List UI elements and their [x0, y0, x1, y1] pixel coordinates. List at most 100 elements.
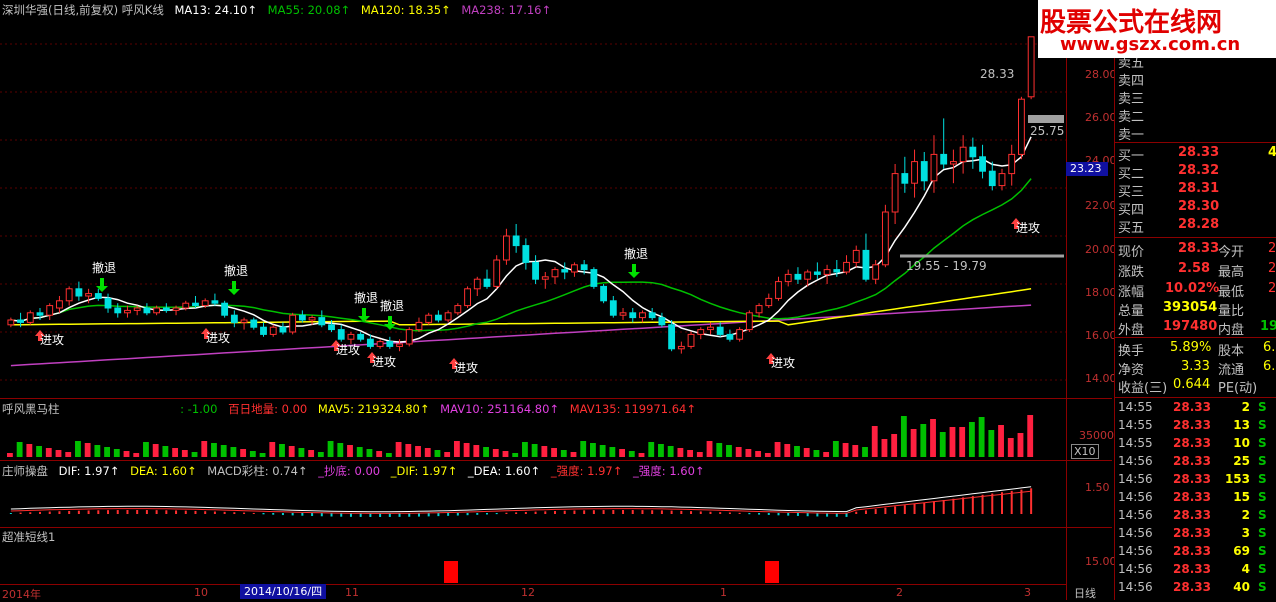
signal-bar — [444, 561, 458, 583]
candle-body — [881, 211, 889, 266]
volume-bar — [405, 444, 412, 457]
macd-bar — [39, 511, 42, 514]
candle-body — [619, 312, 627, 316]
candle-body — [143, 307, 151, 314]
volume-bar — [590, 443, 596, 457]
candle-body — [473, 278, 481, 290]
macd-bar — [923, 502, 926, 514]
candle-body — [347, 333, 355, 340]
macd-bar — [631, 510, 634, 514]
tick-time: 14:56 — [1118, 580, 1153, 594]
volume-bar — [930, 419, 936, 457]
volume-bar — [541, 446, 548, 457]
tick-price: 28.33 — [1173, 454, 1211, 468]
kline-price-pane[interactable]: 深圳华强(日线,前复权) 呼风K线 MA13: 24.10↑ MA55: 20.… — [0, 0, 1066, 398]
ma238-value: MA238: 17.16↑ — [461, 3, 552, 17]
candle-body — [36, 312, 44, 316]
candlestick-chart[interactable]: 28.3325.7519.55 - 19.79撤退 撤退撤退撤退撤退进攻 进攻进攻进… — [0, 0, 1066, 398]
macd-bar — [145, 510, 148, 514]
short-title: 超准短线1 — [2, 530, 56, 544]
retreat-label: 撤退 — [380, 298, 404, 313]
volume-bar — [716, 443, 723, 457]
tick-row: 14:56 28.33 4 S — [1118, 562, 1276, 580]
attack-label: 进攻 — [336, 343, 360, 357]
candle-body — [668, 324, 676, 350]
volume-bar — [453, 441, 460, 457]
volume-bar — [813, 450, 820, 457]
y-tick: 22.00 — [1085, 199, 1117, 212]
sell-row: 卖二 — [1118, 106, 1276, 125]
dif-value: DIF: 1.97↑ — [58, 464, 120, 478]
candle-body — [755, 305, 763, 314]
volume-pane[interactable]: 呼风黑马柱 : -1.00 百日地量: 0.00 MAV5: 219324.80… — [0, 399, 1066, 460]
candle-body — [512, 235, 520, 247]
tick-side: S — [1258, 454, 1267, 468]
candle-body — [192, 302, 199, 307]
macd-bar — [894, 506, 897, 514]
macd-bar — [544, 511, 547, 514]
macd-bar — [758, 513, 761, 515]
candle-body — [124, 309, 131, 314]
macd-bar — [107, 510, 110, 514]
buy-row: 买四 28.30 — [1118, 199, 1276, 218]
volume-bar — [123, 451, 130, 457]
macd-bar — [932, 501, 935, 514]
retreat-arrow — [228, 281, 240, 295]
tick-price: 28.33 — [1173, 562, 1211, 576]
signal-bar — [765, 561, 779, 583]
candle-body — [211, 300, 219, 304]
tick-time: 14:56 — [1118, 508, 1153, 522]
volume-bar — [415, 446, 421, 457]
volume-v1: : -1.00 — [180, 402, 218, 416]
candle-body — [988, 170, 996, 187]
tick-volume: 4 — [1241, 562, 1250, 576]
volume-bar — [152, 444, 159, 457]
stat-label: 现价 — [1118, 245, 1145, 260]
macd-pane[interactable]: 庄师操盘 DIF: 1.97↑ DEA: 1.60↑ MACD彩柱: 0.74↑… — [0, 461, 1066, 527]
candle-body — [551, 269, 559, 278]
sell-row: 卖四 — [1118, 70, 1276, 89]
tick-time: 14:55 — [1118, 436, 1153, 450]
volume-bar — [279, 444, 285, 457]
macd-bar — [738, 512, 741, 514]
period-selector[interactable]: 日线 — [1074, 585, 1096, 601]
volume-bar — [16, 442, 23, 457]
buy-label: 买三 — [1118, 185, 1145, 200]
tick-side: S — [1258, 400, 1267, 414]
stat-label: 收益(三) — [1118, 381, 1168, 396]
tick-volume: 153 — [1224, 472, 1250, 486]
candle-body — [716, 326, 724, 335]
macd-bar — [136, 510, 139, 514]
stat-value: 2 — [1268, 241, 1276, 256]
short-term-chart[interactable] — [0, 527, 1066, 583]
volume-bar — [143, 442, 149, 457]
candle-body — [609, 300, 617, 316]
macd-bar — [583, 510, 586, 514]
tick-volume: 25 — [1233, 454, 1250, 468]
dea-line — [10, 490, 1032, 514]
x-axis: 2014年 10 11 12 1 2 3 — [0, 584, 1066, 601]
volume-bar — [288, 446, 295, 457]
macd-bar — [476, 513, 479, 515]
tick-row: 14:56 28.33 153 S — [1118, 472, 1276, 490]
macd-bar — [573, 510, 576, 514]
candle-body — [260, 326, 267, 335]
selected-date[interactable]: 2014/10/16/四 — [240, 584, 327, 599]
candle-body — [745, 312, 753, 331]
sell-label: 卖三 — [1118, 92, 1145, 107]
short-tick: 15.00 — [1085, 555, 1117, 568]
macd-bar — [495, 513, 498, 515]
tick-price: 28.33 — [1173, 526, 1211, 540]
short-term-pane[interactable]: 超准短线1 — [0, 527, 1066, 583]
tick-price: 28.33 — [1173, 418, 1211, 432]
candle-body — [386, 341, 394, 347]
candle-body — [94, 293, 102, 299]
volume-bar — [842, 443, 849, 457]
macd-bar — [719, 512, 722, 514]
candle-body — [911, 161, 918, 184]
macd-bar — [223, 511, 226, 514]
stat-label: 总量 — [1118, 304, 1145, 319]
strength1-value: _强度: 1.97↑ — [550, 464, 623, 478]
volume-bar — [609, 447, 616, 457]
candle-body — [969, 146, 977, 158]
